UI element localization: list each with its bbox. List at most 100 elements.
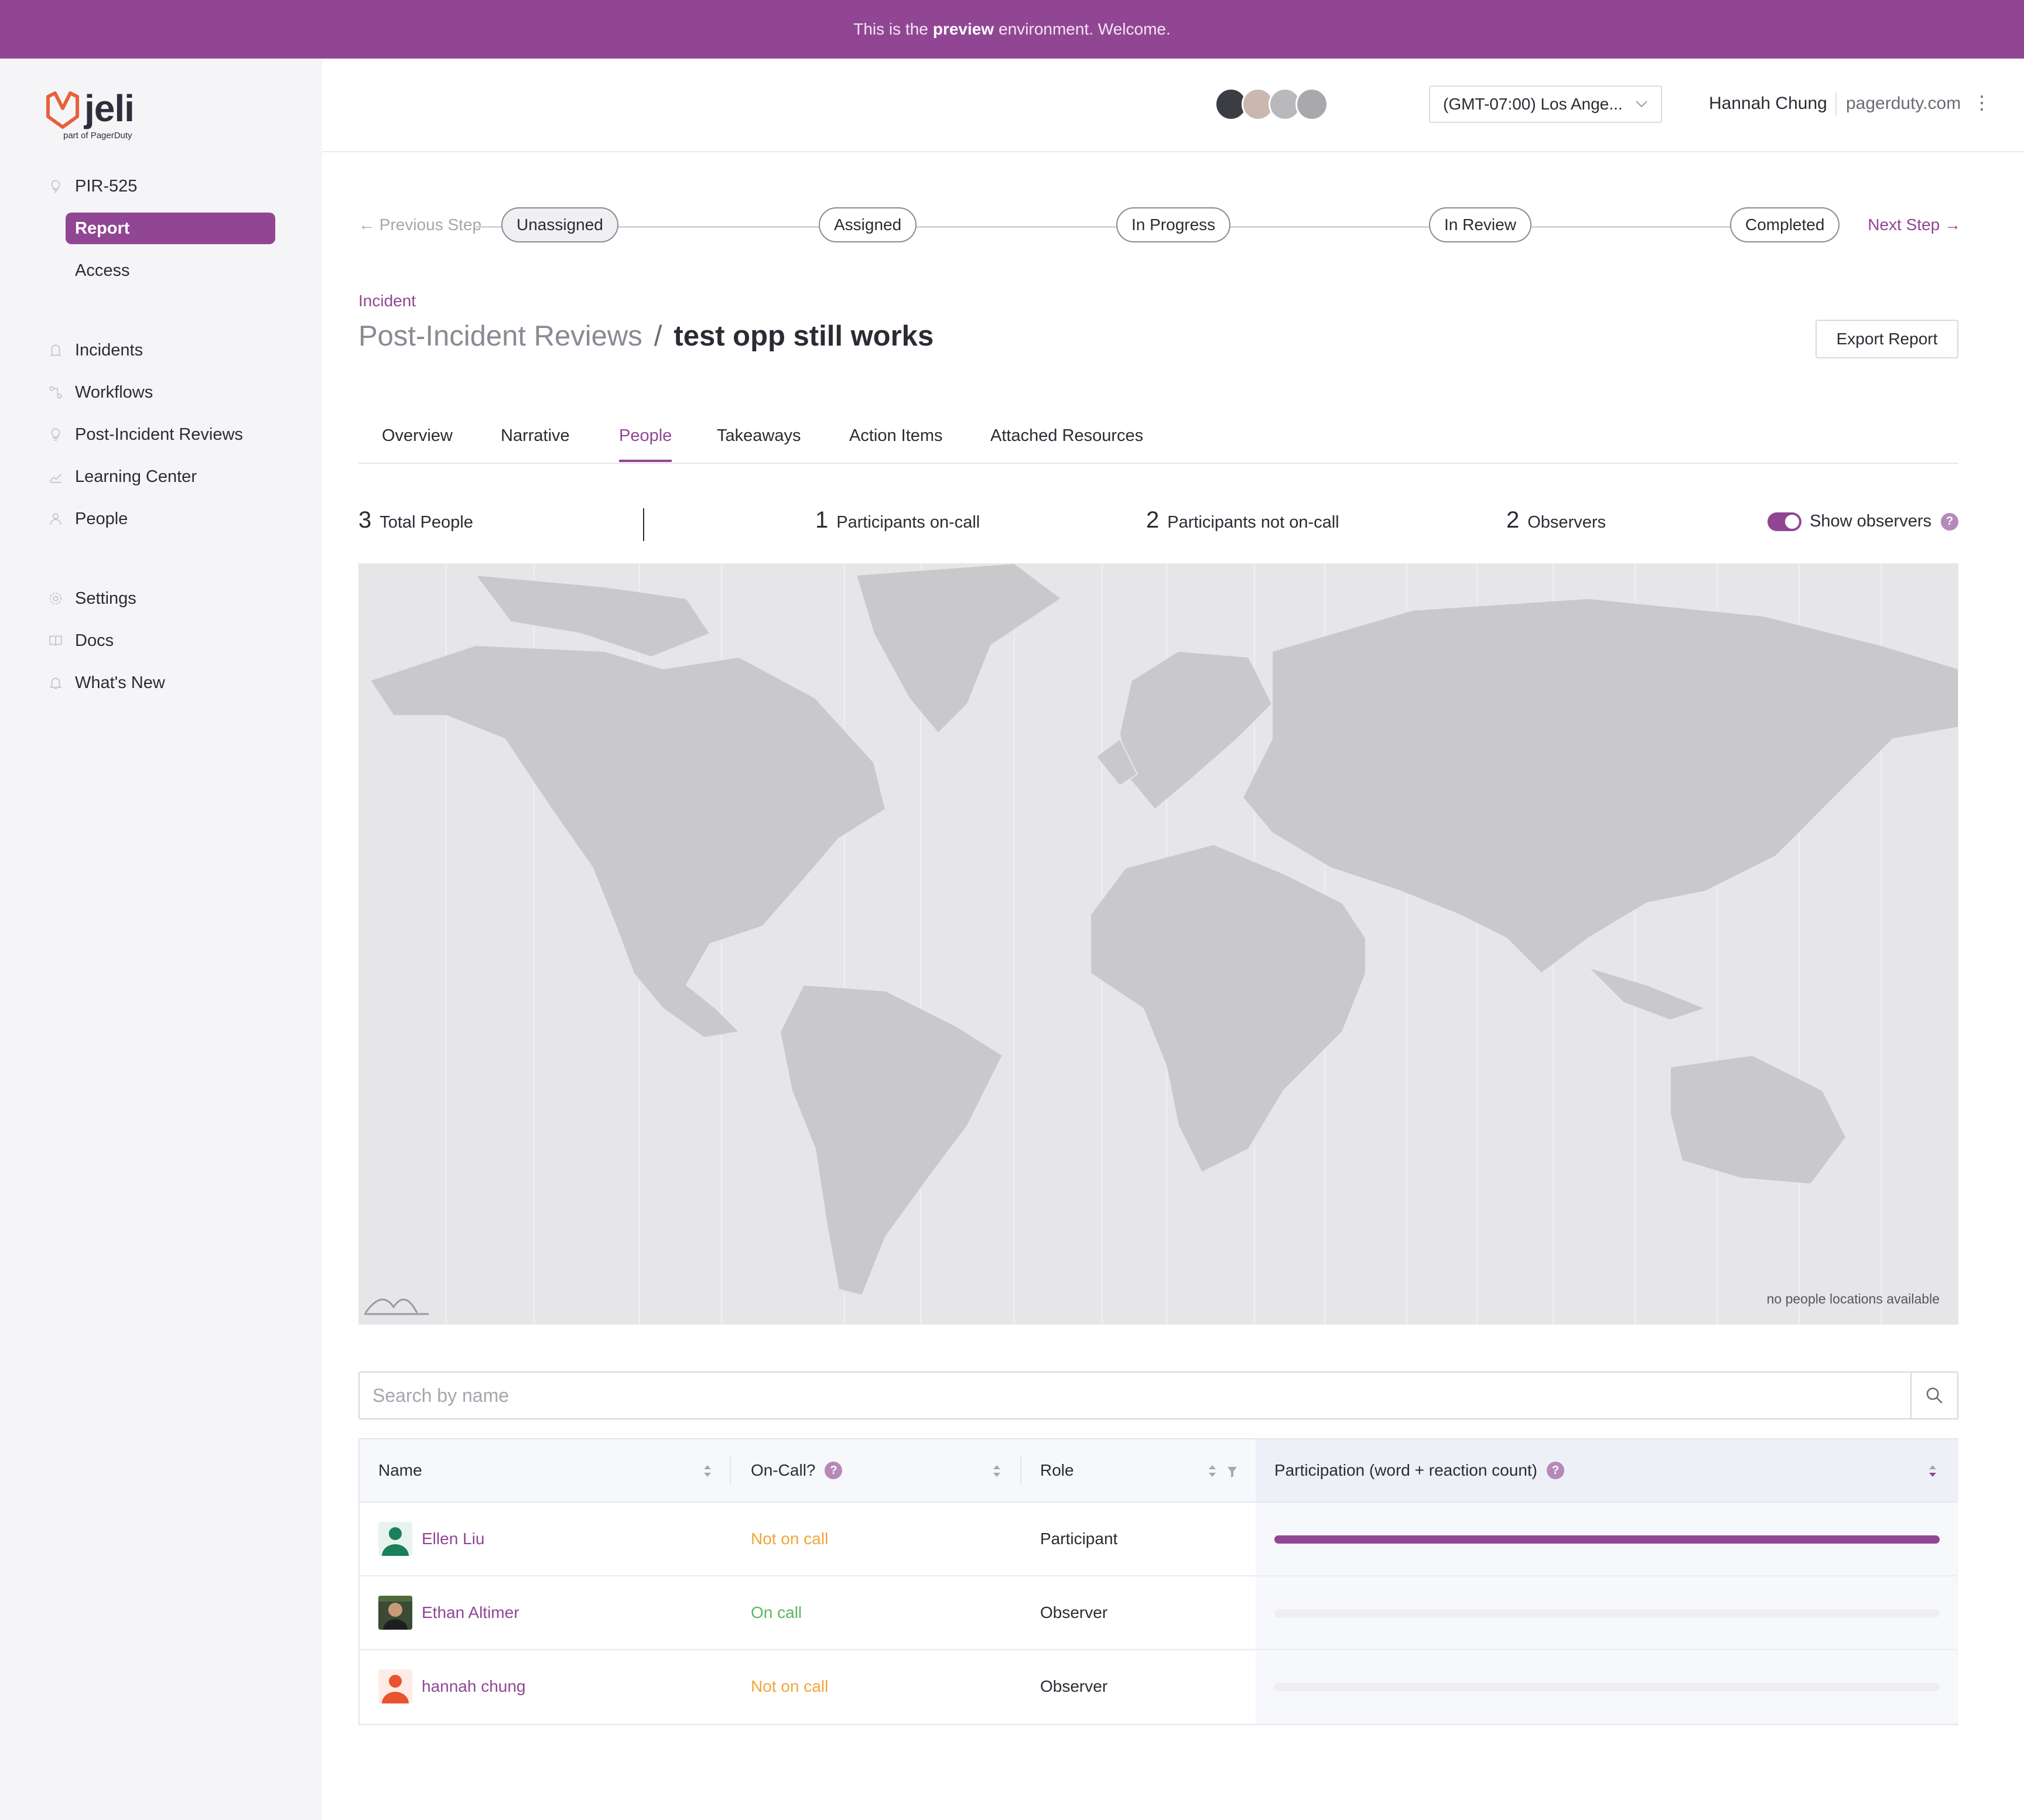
stat-number: 2 [1146, 507, 1160, 533]
sidebar: jeli part of PagerDuty PIR-525 Report Ac… [0, 59, 322, 1820]
step-in-review[interactable]: In Review [1429, 207, 1531, 242]
sidebar-item-label: PIR-525 [75, 176, 138, 196]
sidebar-item-label: People [75, 509, 128, 528]
step-assigned[interactable]: Assigned [819, 207, 917, 242]
banner-bold: preview [932, 20, 994, 38]
sidebar-item-people[interactable]: People [47, 502, 275, 535]
map-empty-note: no people locations available [1766, 1291, 1940, 1306]
step-completed[interactable]: Completed [1730, 207, 1840, 242]
preview-banner: This is the preview environment. Welcome… [0, 0, 2024, 59]
tab-action-items[interactable]: Action Items [849, 426, 943, 460]
next-step-button[interactable]: Next Step → [1868, 215, 1961, 234]
tab-attached-resources[interactable]: Attached Resources [990, 426, 1143, 460]
sidebar-item-learning-center[interactable]: Learning Center [47, 460, 275, 493]
user-domain: pagerduty.com [1846, 94, 1961, 113]
avatar[interactable] [1295, 88, 1328, 121]
sidebar-item-access[interactable]: Access [66, 255, 275, 286]
person-name-link[interactable]: Ethan Altimer [422, 1603, 519, 1622]
title-parent-link[interactable]: Post-Incident Reviews [358, 320, 642, 353]
previous-step-label: Previous Step [379, 215, 482, 234]
participation-bar [1274, 1535, 1940, 1544]
search-input[interactable] [360, 1373, 1910, 1418]
banner-prefix: This is the [853, 20, 928, 38]
sidebar-item-label: Settings [75, 589, 136, 608]
sidebar-item-label: What's New [75, 673, 165, 692]
status-stepper: ← Previous Step Unassigned Assigned In P… [358, 207, 1961, 245]
divider [730, 1456, 731, 1485]
on-call-status: On call [751, 1603, 802, 1621]
sidebar-item-pir[interactable]: PIR-525 [47, 170, 275, 203]
participation-bar [1274, 1609, 1940, 1617]
column-header-on-call[interactable]: On-Call? ? [732, 1439, 843, 1501]
help-icon[interactable]: ? [1547, 1462, 1564, 1479]
table-row[interactable]: hannah chung Not on call Observer [360, 1650, 1957, 1724]
top-bar: (GMT-07:00) Los Ange... Hannah Chung pag… [322, 59, 2024, 152]
stat-number: 3 [358, 507, 372, 533]
sidebar-item-workflows[interactable]: Workflows [47, 376, 275, 409]
workflow-icon [47, 384, 64, 401]
sidebar-item-whats-new[interactable]: What's New [47, 666, 275, 699]
timezone-select[interactable]: (GMT-07:00) Los Ange... [1429, 85, 1662, 123]
avatar [378, 1522, 412, 1556]
collaborator-avatars[interactable] [1215, 88, 1328, 121]
stat-number: 2 [1506, 507, 1520, 533]
sidebar-item-incidents[interactable]: Incidents [47, 334, 275, 367]
divider [1835, 93, 1837, 116]
sidebar-item-docs[interactable]: Docs [47, 624, 275, 657]
step-unassigned[interactable]: Unassigned [501, 207, 618, 242]
jeli-logo[interactable]: jeli part of PagerDuty [46, 87, 135, 141]
column-header-participation[interactable]: Participation (word + reaction count) ? [1256, 1439, 1564, 1501]
show-observers-toggle[interactable] [1767, 512, 1802, 531]
more-menu-icon[interactable]: ⋮ [1972, 91, 1991, 114]
sort-desc-icon[interactable] [1927, 1463, 1938, 1479]
stat-participants-on-call: 1 Participants on-call [815, 507, 980, 533]
table-header: Name On-Call? ? Role Participation (word… [360, 1439, 1958, 1503]
search-button[interactable] [1910, 1373, 1957, 1418]
page-title: test opp still works [673, 320, 934, 352]
tab-people[interactable]: People [619, 426, 672, 462]
people-stats: 3 Total People 1 Participants on-call 2 … [358, 507, 1958, 542]
tab-narrative[interactable]: Narrative [501, 426, 570, 460]
jeli-logo-mark-icon [46, 91, 79, 129]
table-row[interactable]: Ethan Altimer On call Observer [360, 1576, 1957, 1650]
person-avatar-icon [382, 1675, 409, 1703]
export-report-button[interactable]: Export Report [1816, 320, 1958, 358]
column-header-label: Name [378, 1461, 422, 1479]
sidebar-item-report[interactable]: Report [66, 213, 275, 244]
world-map[interactable]: no people locations available [358, 563, 1958, 1325]
logo-text: jeli [84, 87, 135, 129]
show-observers-control: Show observers ? [1767, 512, 1958, 531]
tab-overview[interactable]: Overview [382, 426, 453, 460]
column-header-role[interactable]: Role [1021, 1439, 1074, 1501]
help-icon[interactable]: ? [1941, 512, 1958, 531]
stat-number: 1 [815, 507, 829, 533]
people-table: Name On-Call? ? Role Participation (word… [358, 1438, 1958, 1725]
filter-icon[interactable] [1226, 1464, 1238, 1480]
search-icon [1926, 1387, 1943, 1404]
book-icon [47, 632, 64, 649]
sidebar-item-settings[interactable]: Settings [47, 582, 275, 615]
report-tabs: Overview Narrative People Takeaways Acti… [358, 410, 1958, 464]
person-name-link[interactable]: hannah chung [422, 1677, 526, 1696]
role-cell: Observer [1040, 1677, 1108, 1695]
sidebar-item-label: Docs [75, 631, 114, 650]
banner-suffix: environment. Welcome. [999, 20, 1171, 38]
person-name-link[interactable]: Ellen Liu [422, 1530, 484, 1548]
help-icon[interactable]: ? [825, 1462, 843, 1479]
world-map-graphic [364, 563, 1958, 1325]
previous-step-button[interactable]: ← Previous Step [358, 215, 481, 234]
column-header-name[interactable]: Name [360, 1439, 422, 1501]
stat-observers: 2 Observers [1506, 507, 1606, 533]
table-row[interactable]: Ellen Liu Not on call Participant [360, 1503, 1957, 1576]
sort-icon[interactable] [991, 1463, 1003, 1479]
lightbulb-icon [47, 177, 64, 195]
tab-takeaways[interactable]: Takeaways [717, 426, 801, 460]
user-name[interactable]: Hannah Chung [1709, 94, 1827, 114]
sort-icon[interactable] [702, 1463, 713, 1479]
person-icon [47, 510, 64, 528]
step-in-progress[interactable]: In Progress [1116, 207, 1231, 242]
divider [643, 508, 644, 541]
sidebar-item-post-incident-reviews[interactable]: Post-Incident Reviews [47, 418, 275, 451]
sort-icon[interactable] [1206, 1463, 1218, 1479]
breadcrumb[interactable]: Incident [358, 292, 416, 310]
